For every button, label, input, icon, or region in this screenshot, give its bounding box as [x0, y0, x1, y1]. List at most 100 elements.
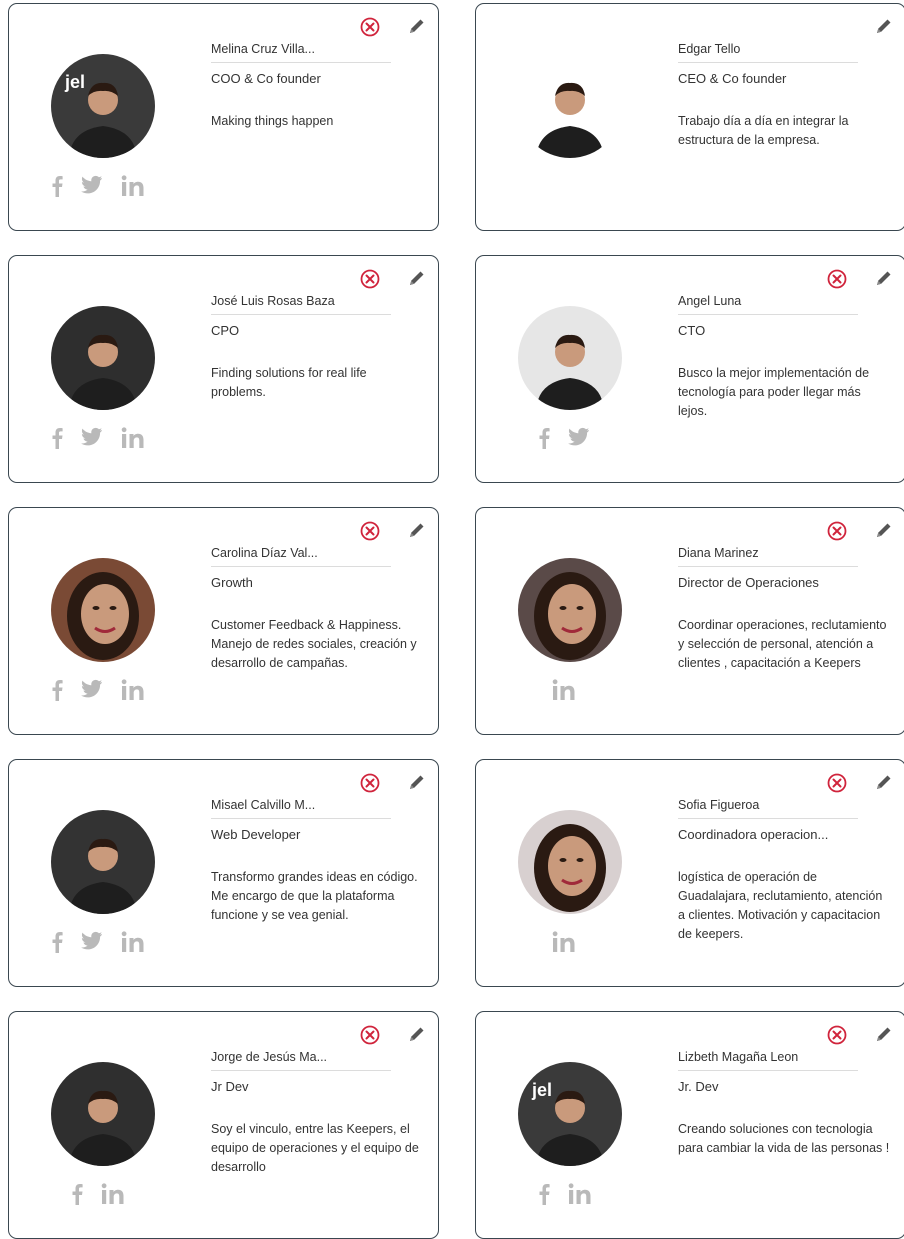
delete-icon[interactable] — [359, 772, 381, 794]
member-description: logística de operación de Guadalajara, r… — [678, 870, 883, 941]
delete-icon[interactable] — [826, 772, 848, 794]
member-description: Creando soluciones con tecnologia para c… — [678, 1122, 890, 1155]
avatar — [51, 810, 155, 914]
facebook-icon[interactable] — [51, 931, 63, 955]
avatar — [51, 558, 155, 662]
social-links — [51, 930, 145, 956]
member-role: CTO — [678, 323, 706, 338]
pencil-icon[interactable] — [874, 268, 894, 288]
delete-icon[interactable] — [826, 1024, 848, 1046]
pencil-icon[interactable] — [874, 1024, 894, 1044]
social-links — [71, 1182, 125, 1208]
avatar — [51, 306, 155, 410]
linkedin-icon[interactable] — [101, 1183, 125, 1207]
member-role: COO & Co founder — [211, 71, 321, 86]
facebook-icon[interactable] — [51, 427, 63, 451]
member-name: Jorge de Jesús Ma... — [211, 1050, 391, 1071]
team-member-card: José Luis Rosas Baza CPO Finding solutio… — [8, 255, 439, 483]
delete-icon[interactable] — [359, 520, 381, 542]
social-links — [552, 930, 576, 956]
member-role: CEO & Co founder — [678, 71, 787, 86]
avatar — [518, 54, 622, 158]
pencil-icon[interactable] — [407, 520, 427, 540]
member-description: Customer Feedback & Happiness. Manejo de… — [211, 618, 417, 670]
team-member-card: Angel Luna CTO Busco la mejor implementa… — [475, 255, 904, 483]
linkedin-icon[interactable] — [121, 175, 145, 199]
linkedin-icon[interactable] — [121, 931, 145, 955]
member-role: Coordinadora operacion... — [678, 827, 829, 842]
facebook-icon[interactable] — [51, 679, 63, 703]
twitter-icon[interactable] — [81, 931, 103, 955]
svg-text:jel: jel — [64, 72, 85, 92]
linkedin-icon[interactable] — [552, 931, 576, 955]
linkedin-icon[interactable] — [121, 427, 145, 451]
member-name: Misael Calvillo M... — [211, 798, 391, 819]
pencil-icon[interactable] — [874, 772, 894, 792]
linkedin-icon[interactable] — [552, 679, 576, 703]
twitter-icon[interactable] — [81, 679, 103, 703]
pencil-icon[interactable] — [874, 16, 894, 36]
member-name: Edgar Tello — [678, 42, 858, 63]
team-member-card: jel Melina Cruz Villa... COO & Co founde… — [8, 3, 439, 231]
team-member-card: Misael Calvillo M... Web Developer Trans… — [8, 759, 439, 987]
avatar — [518, 558, 622, 662]
member-name: Melina Cruz Villa... — [211, 42, 391, 63]
member-role: Director de Operaciones — [678, 575, 819, 590]
member-description: Finding solutions for real life problems… — [211, 366, 367, 399]
avatar: jel — [51, 54, 155, 158]
delete-icon[interactable] — [826, 520, 848, 542]
pencil-icon[interactable] — [407, 772, 427, 792]
team-member-card: Jorge de Jesús Ma... Jr Dev Soy el vincu… — [8, 1011, 439, 1239]
member-description: Transformo grandes ideas en código. Me e… — [211, 870, 418, 922]
social-links — [51, 678, 145, 704]
team-member-card: Carolina Díaz Val... Growth Customer Fee… — [8, 507, 439, 735]
facebook-icon[interactable] — [538, 1183, 550, 1207]
member-role: CPO — [211, 323, 240, 338]
delete-icon[interactable] — [359, 268, 381, 290]
pencil-icon[interactable] — [874, 520, 894, 540]
team-member-card: jel Lizbeth Magaña Leon Jr. Dev Creando … — [475, 1011, 904, 1239]
social-links — [538, 426, 590, 452]
facebook-icon[interactable] — [538, 427, 550, 451]
member-description: Trabajo día a día en integrar la estruct… — [678, 114, 849, 147]
member-name: José Luis Rosas Baza — [211, 294, 391, 315]
member-name: Sofia Figueroa — [678, 798, 858, 819]
social-links — [552, 678, 576, 704]
delete-icon[interactable] — [359, 1024, 381, 1046]
pencil-icon[interactable] — [407, 16, 427, 36]
member-role: Jr Dev — [211, 1079, 249, 1094]
pencil-icon[interactable] — [407, 1024, 427, 1044]
member-name: Diana Marinez — [678, 546, 858, 567]
team-member-card: Diana Marinez Director de Operaciones Co… — [475, 507, 904, 735]
facebook-icon[interactable] — [51, 175, 63, 199]
delete-icon[interactable] — [826, 268, 848, 290]
pencil-icon[interactable] — [407, 268, 427, 288]
member-role: Web Developer — [211, 827, 301, 842]
twitter-icon[interactable] — [568, 427, 590, 451]
linkedin-icon[interactable] — [568, 1183, 592, 1207]
avatar — [518, 810, 622, 914]
twitter-icon[interactable] — [81, 427, 103, 451]
linkedin-icon[interactable] — [121, 679, 145, 703]
member-name: Carolina Díaz Val... — [211, 546, 391, 567]
social-links — [51, 174, 145, 200]
svg-text:jel: jel — [531, 1080, 552, 1100]
team-member-card: Sofia Figueroa Coordinadora operacion...… — [475, 759, 904, 987]
member-role: Growth — [211, 575, 253, 590]
social-links — [51, 426, 145, 452]
twitter-icon[interactable] — [81, 175, 103, 199]
team-member-card: Edgar Tello CEO & Co founder Trabajo día… — [475, 3, 904, 231]
member-description: Coordinar operaciones, reclutamiento y s… — [678, 618, 887, 670]
member-name: Angel Luna — [678, 294, 858, 315]
avatar: jel — [518, 1062, 622, 1166]
member-role: Jr. Dev — [678, 1079, 719, 1094]
member-description: Making things happen — [211, 114, 334, 128]
member-name: Lizbeth Magaña Leon — [678, 1050, 858, 1071]
social-links — [538, 1182, 592, 1208]
member-description: Busco la mejor implementación de tecnolo… — [678, 366, 870, 418]
facebook-icon[interactable] — [71, 1183, 83, 1207]
member-description: Soy el vinculo, entre las Keepers, el eq… — [211, 1122, 419, 1174]
avatar — [51, 1062, 155, 1166]
delete-icon[interactable] — [359, 16, 381, 38]
avatar — [518, 306, 622, 410]
